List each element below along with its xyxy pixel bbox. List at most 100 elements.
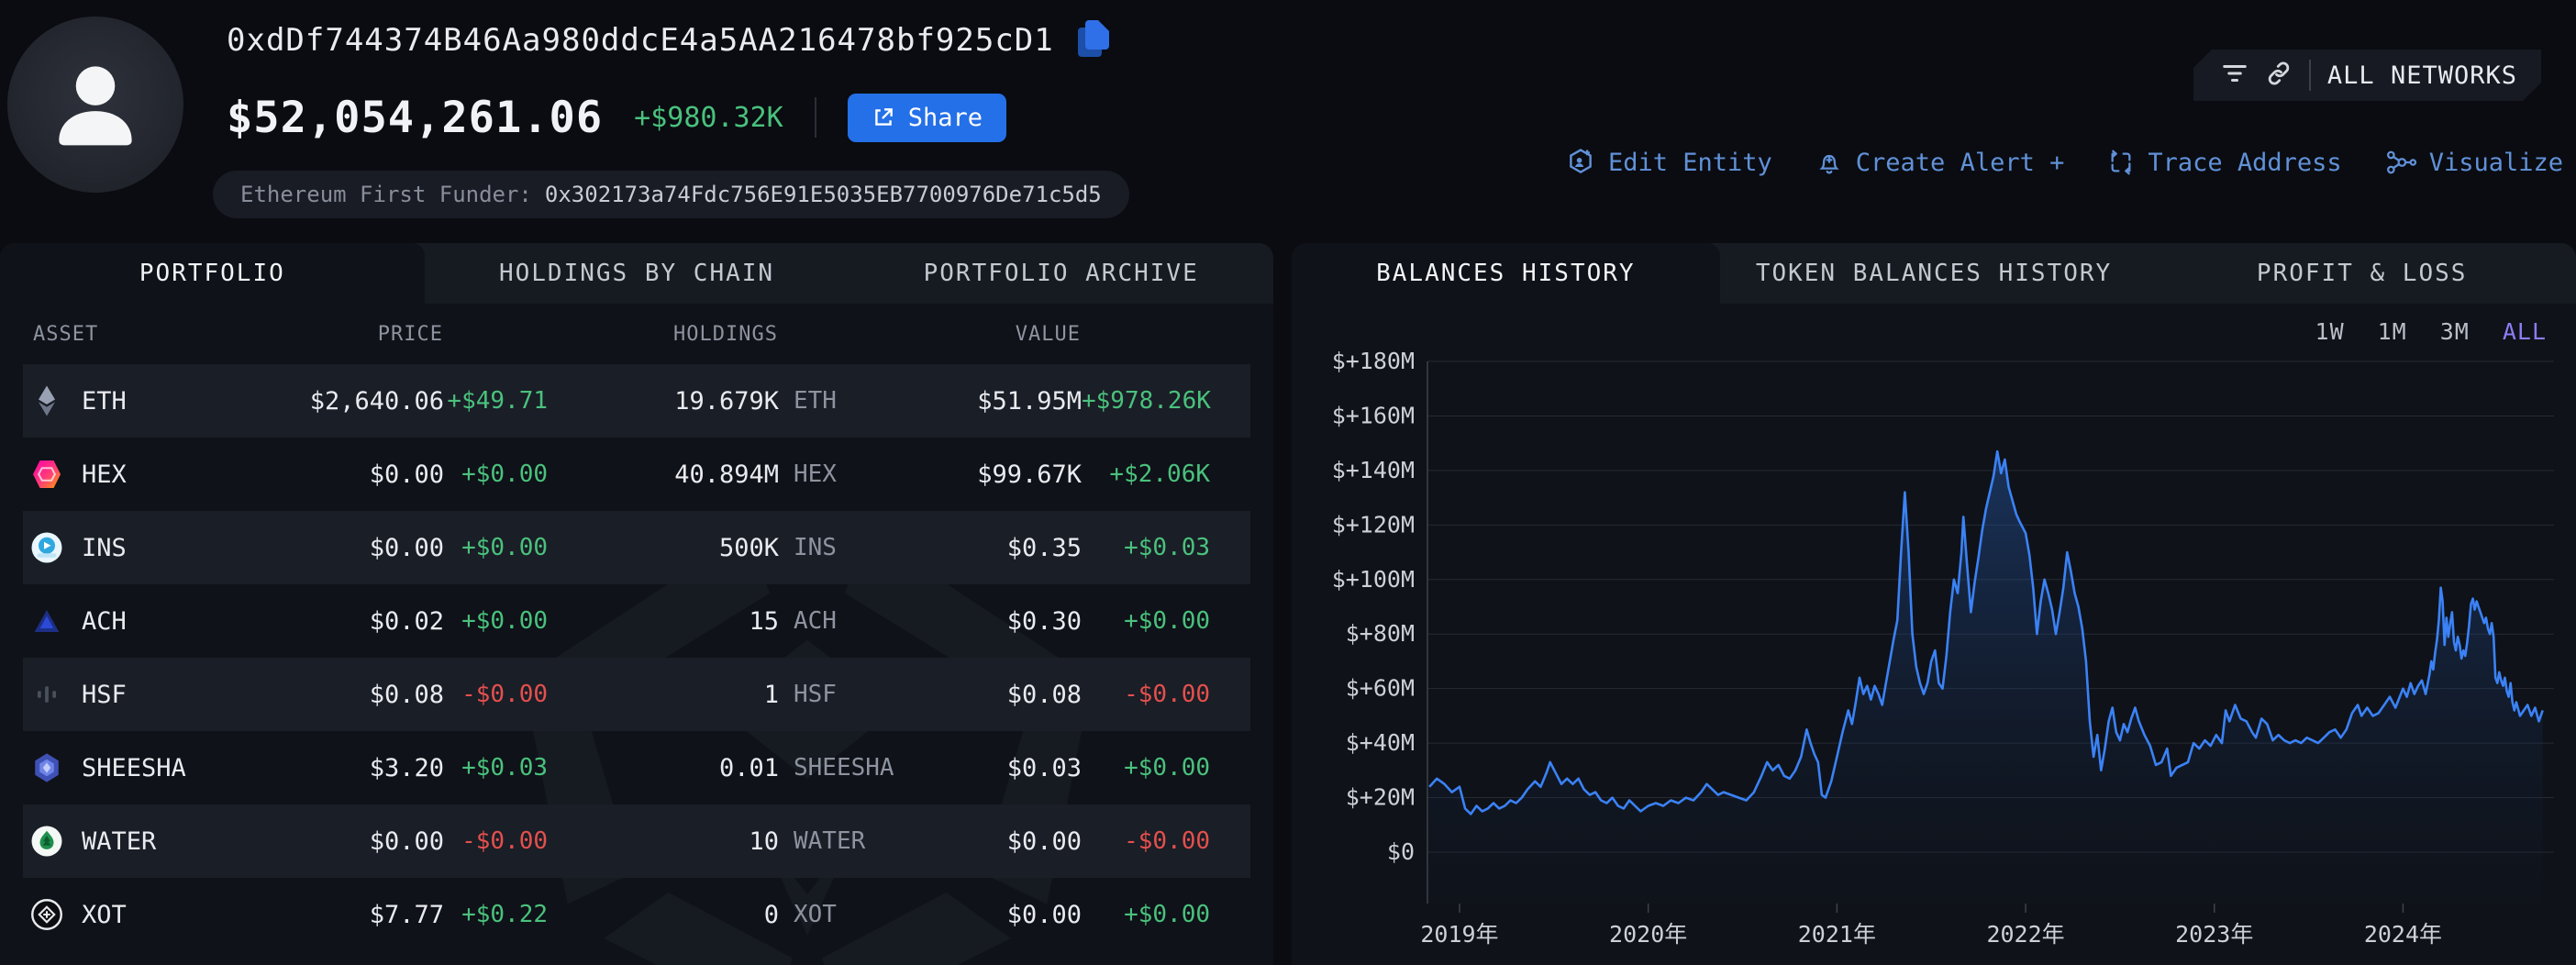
price-cell: $7.77 xyxy=(230,901,444,929)
range-all[interactable]: ALL xyxy=(2503,318,2547,345)
value-change-cell: -$0.00 xyxy=(1082,827,1210,855)
price-change-cell: +$0.03 xyxy=(444,754,548,782)
copy-address-icon[interactable] xyxy=(1078,20,1115,61)
asset-cell: ETH xyxy=(23,384,230,417)
tab-token-balances-history[interactable]: TOKEN BALANCES HISTORY xyxy=(1720,243,2149,304)
action-visualize[interactable]: Visualize xyxy=(2384,148,2563,177)
share-button[interactable]: Share xyxy=(848,94,1006,142)
holdings-cell: 19.679K xyxy=(548,387,779,416)
tab-holdings-by-chain[interactable]: HOLDINGS BY CHAIN xyxy=(425,243,849,304)
network-selector[interactable]: ALL NETWORKS xyxy=(2193,50,2541,101)
range-1m[interactable]: 1M xyxy=(2378,318,2407,345)
trace-arrows-icon xyxy=(2106,148,2136,177)
tab-profit-loss[interactable]: PROFIT & LOSS xyxy=(2148,243,2576,304)
price-change-cell: +$0.00 xyxy=(444,607,548,635)
action-create-alert[interactable]: Create Alert + xyxy=(1815,148,2065,177)
table-row-ach[interactable]: ACH$0.02+$0.0015ACH$0.30+$0.00 xyxy=(23,584,1250,658)
sheesha-token-icon xyxy=(30,751,63,784)
y-axis-label: $+140M xyxy=(1332,457,1415,483)
value-change-cell: -$0.00 xyxy=(1082,681,1210,708)
price-cell: $0.00 xyxy=(230,460,444,489)
portfolio-tabs: PORTFOLIOHOLDINGS BY CHAINPORTFOLIO ARCH… xyxy=(0,243,1273,304)
value-change-cell: +$0.03 xyxy=(1082,534,1210,561)
price-change-cell: +$0.00 xyxy=(444,534,548,561)
table-row-eth[interactable]: ETH$2,640.06+$49.7119.679KETH$51.95M+$97… xyxy=(23,364,1250,438)
divider xyxy=(2309,60,2311,91)
asset-cell: ACH xyxy=(23,605,230,638)
y-axis-label: $+80M xyxy=(1346,620,1415,647)
tab-portfolio-archive[interactable]: PORTFOLIO ARCHIVE xyxy=(849,243,1273,304)
y-axis-label: $+160M xyxy=(1332,402,1415,428)
action-trace-address[interactable]: Trace Address xyxy=(2106,148,2341,177)
page: 0xdDf744374B46Aa980ddcE4a5AA216478bf925c… xyxy=(0,0,2576,965)
wallet-address: 0xdDf744374B46Aa980ddcE4a5AA216478bf925c… xyxy=(227,22,1054,59)
y-axis-label: $+40M xyxy=(1346,729,1415,756)
divider xyxy=(815,97,816,138)
holdings-cell: 0.01 xyxy=(548,754,779,782)
range-1w[interactable]: 1W xyxy=(2315,318,2345,345)
first-funder-pill[interactable]: Ethereum First Funder: 0x302173a74Fdc756… xyxy=(213,171,1129,218)
balances-history-chart[interactable]: $0$+20M$+40M$+60M$+80M$+100M$+120M$+140M… xyxy=(1292,304,2576,965)
holdings-unit: WATER xyxy=(779,827,898,855)
asset-cell: SHEESHA xyxy=(23,751,230,784)
eth-token-icon xyxy=(30,384,63,417)
holdings-cell: 10 xyxy=(548,827,779,856)
table-row-ins[interactable]: INS$0.00+$0.00500KINS$0.35+$0.03 xyxy=(23,511,1250,584)
range-3m[interactable]: 3M xyxy=(2440,318,2470,345)
tab-balances-history[interactable]: BALANCES HISTORY xyxy=(1292,243,1720,304)
price-cell: $3.20 xyxy=(230,754,444,782)
price-change-cell: +$0.00 xyxy=(444,460,548,488)
holdings-unit: SHEESHA xyxy=(779,754,898,782)
chart-tabs: BALANCES HISTORYTOKEN BALANCES HISTORYPR… xyxy=(1292,243,2576,304)
price-cell: $0.00 xyxy=(230,534,444,562)
holdings-cell: 1 xyxy=(548,681,779,709)
filter-icon[interactable] xyxy=(2221,61,2248,89)
funder-address: 0x302173a74Fdc756E91E5035EB7700976De71c5… xyxy=(545,182,1102,207)
x-axis-label: 2024年 xyxy=(2364,921,2442,948)
table-row-sheesha[interactable]: SHEESHA$3.20+$0.030.01SHEESHA$0.03+$0.00 xyxy=(23,731,1250,804)
portfolio-panel: PORTFOLIOHOLDINGS BY CHAINPORTFOLIO ARCH… xyxy=(0,243,1273,965)
x-axis-label: 2022年 xyxy=(1986,921,2064,948)
x-axis-label: 2019年 xyxy=(1420,921,1498,948)
asset-cell: HEX xyxy=(23,458,230,491)
y-axis-label: $+60M xyxy=(1346,675,1415,702)
action-label: Visualize xyxy=(2429,149,2563,177)
value-cell: $0.00 xyxy=(898,827,1082,856)
value-cell: $0.00 xyxy=(898,901,1082,929)
table-row-xot[interactable]: XOT$7.77+$0.220XOT$0.00+$0.00 xyxy=(23,878,1250,951)
asset-symbol: INS xyxy=(82,534,127,562)
value-cell: $0.08 xyxy=(898,681,1082,709)
asset-symbol: WATER xyxy=(82,827,156,856)
price-change-cell: -$0.00 xyxy=(444,681,548,708)
price-change-cell: +$49.71 xyxy=(444,387,548,415)
asset-table: ETH$2,640.06+$49.7119.679KETH$51.95M+$97… xyxy=(0,364,1273,951)
holdings-cell: 15 xyxy=(548,607,779,636)
holdings-cell: 0 xyxy=(548,901,779,929)
time-range-selector: 1W 1M 3M ALL xyxy=(2315,318,2547,345)
water-token-icon xyxy=(30,825,63,858)
x-axis-label: 2023年 xyxy=(2175,921,2253,948)
ins-token-icon xyxy=(30,531,63,564)
table-row-hsf[interactable]: HSF$0.08-$0.001HSF$0.08-$0.00 xyxy=(23,658,1250,731)
tab-portfolio[interactable]: PORTFOLIO xyxy=(0,243,425,304)
asset-cell: INS xyxy=(23,531,230,564)
holdings-cell: 500K xyxy=(548,534,779,562)
y-axis-label: $+100M xyxy=(1332,566,1415,593)
table-row-hex[interactable]: HEX$0.00+$0.0040.894MHEX$99.67K+$2.06K xyxy=(23,438,1250,511)
asset-cell: HSF xyxy=(23,678,230,711)
y-axis-label: $+180M xyxy=(1332,348,1415,374)
value-cell: $0.03 xyxy=(898,754,1082,782)
asset-symbol: HEX xyxy=(82,460,127,489)
person-icon xyxy=(42,50,149,160)
link-icon[interactable] xyxy=(2265,60,2293,91)
value-cell: $51.95M xyxy=(898,387,1082,416)
y-axis-label: $0 xyxy=(1387,838,1415,865)
column-asset: ASSET xyxy=(0,323,229,346)
avatar xyxy=(7,17,183,193)
action-label: Edit Entity xyxy=(1608,149,1772,177)
holdings-unit: INS xyxy=(779,534,898,561)
action-edit-entity[interactable]: Edit Entity xyxy=(1565,147,1772,178)
balance-area-fill xyxy=(1429,451,2543,904)
asset-symbol: XOT xyxy=(82,901,127,929)
table-row-water[interactable]: WATER$0.00-$0.0010WATER$0.00-$0.00 xyxy=(23,804,1250,878)
